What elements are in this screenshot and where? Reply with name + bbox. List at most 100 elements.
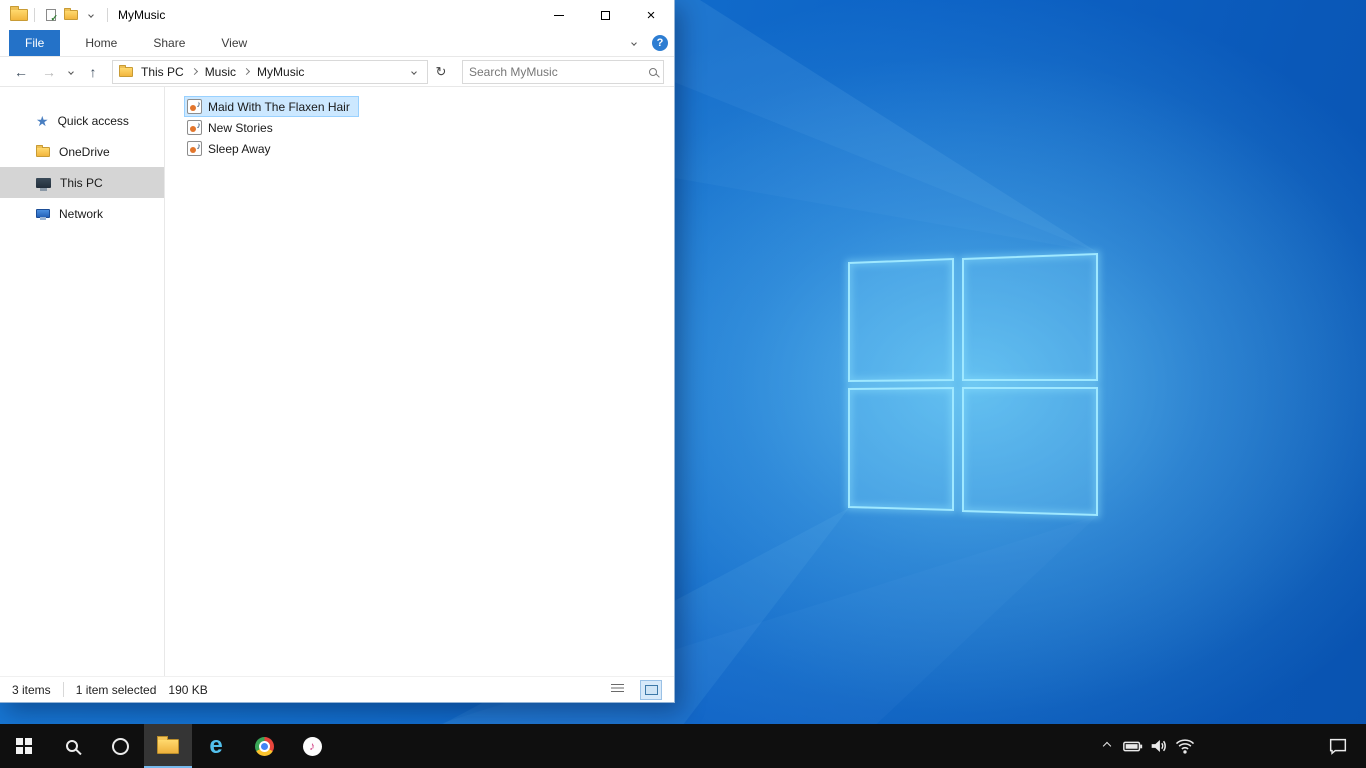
action-center-icon: [1329, 738, 1347, 755]
chevron-down-icon: [68, 68, 74, 75]
music-file-icon: [187, 99, 202, 114]
breadcrumb-this-pc[interactable]: This PC: [139, 63, 186, 81]
chevron-down-icon: [631, 40, 637, 46]
network-icon: [36, 209, 50, 220]
volume-icon: [1151, 740, 1166, 752]
file-name: New Stories: [208, 120, 273, 135]
breadcrumb-music[interactable]: Music: [203, 63, 238, 81]
itunes-icon: ♪: [302, 736, 322, 756]
sidebar-item-this-pc[interactable]: This PC: [0, 167, 164, 198]
large-icons-view-button[interactable]: [640, 679, 662, 700]
properties-icon: [46, 9, 58, 24]
action-center-button[interactable]: [1314, 724, 1362, 768]
volume-button[interactable]: [1146, 724, 1172, 768]
cortana-button[interactable]: [96, 724, 144, 768]
back-button[interactable]: ←: [8, 60, 34, 84]
sidebar-item-label: This PC: [60, 175, 103, 190]
qat-dropdown-icon: [88, 12, 94, 18]
sidebar-item-quick-access[interactable]: ★ Quick access: [0, 105, 164, 136]
chrome-icon: [254, 736, 274, 756]
search-box: [462, 59, 664, 84]
battery-button[interactable]: [1120, 724, 1146, 768]
taskbar-search-button[interactable]: [48, 724, 96, 768]
details-view-button[interactable]: [606, 680, 628, 700]
details-view-icon: [610, 684, 624, 695]
maximize-icon: [600, 10, 610, 20]
address-bar[interactable]: This PC Music MyMusic: [112, 59, 428, 84]
search-icon: [66, 740, 78, 752]
tab-file[interactable]: File: [9, 30, 61, 56]
taskbar: e ♪: [0, 724, 1366, 768]
music-file-icon: [187, 141, 202, 156]
taskbar-itunes-button[interactable]: ♪: [288, 724, 336, 768]
wifi-icon: [1175, 739, 1195, 754]
qat-customize-button[interactable]: [81, 4, 101, 26]
battery-icon: [1123, 741, 1143, 752]
taskbar-file-explorer-button[interactable]: [144, 724, 192, 768]
file-list[interactable]: Maid With The Flaxen Hair New Stories Sl…: [165, 87, 674, 676]
taskbar-internet-explorer-button[interactable]: e: [192, 724, 240, 768]
onedrive-folder-icon: [36, 144, 50, 157]
chevron-up-icon: [1102, 741, 1112, 751]
sidebar-item-network[interactable]: Network: [0, 198, 164, 229]
network-button[interactable]: [1172, 724, 1198, 768]
sidebar-item-label: Quick access: [57, 113, 129, 128]
address-toolbar: ← → ↑ This PC Music MyMusic ↻: [0, 57, 674, 87]
music-file-icon: [187, 120, 202, 135]
tab-share[interactable]: Share: [138, 30, 200, 56]
internet-explorer-icon: e: [209, 732, 223, 759]
status-selection: 1 item selected: [75, 682, 157, 697]
search-icon: [649, 67, 657, 76]
breadcrumb-mymusic[interactable]: MyMusic: [255, 63, 306, 81]
forward-button[interactable]: →: [36, 60, 62, 84]
up-button[interactable]: ↑: [80, 60, 106, 84]
tab-home[interactable]: Home: [70, 30, 132, 56]
status-bar: 3 items 1 item selected 190 KB: [0, 676, 674, 702]
sidebar-item-label: OneDrive: [59, 144, 110, 159]
breadcrumb-chevron-icon[interactable]: [242, 67, 251, 76]
address-dropdown-button[interactable]: [405, 68, 423, 75]
maximize-button[interactable]: [582, 0, 628, 30]
file-item-new-stories[interactable]: New Stories: [184, 117, 282, 138]
file-item-maid-with-the-flaxen-hair[interactable]: Maid With The Flaxen Hair: [184, 96, 359, 117]
status-separator: [62, 682, 64, 697]
hidden-icons-button[interactable]: [1094, 724, 1120, 768]
app-folder-icon: [10, 6, 28, 21]
file-explorer-window: MyMusic × File Home Share View ? ← →: [0, 0, 675, 703]
star-icon: ★: [36, 112, 49, 129]
close-icon: ×: [646, 6, 656, 24]
large-icons-view-icon: [644, 684, 658, 695]
computer-icon: [36, 177, 51, 191]
explorer-body: ★ Quick access OneDrive This PC Network: [0, 87, 674, 676]
minimize-icon: [554, 14, 564, 16]
start-button[interactable]: [0, 724, 48, 768]
status-size: 190 KB: [168, 682, 208, 697]
new-folder-qat-button[interactable]: [61, 4, 81, 26]
file-explorer-icon: [157, 735, 179, 754]
sidebar-item-onedrive[interactable]: OneDrive: [0, 136, 164, 167]
tab-view[interactable]: View: [206, 30, 262, 56]
titlebar[interactable]: MyMusic ×: [0, 0, 674, 30]
close-button[interactable]: ×: [628, 0, 674, 30]
taskbar-chrome-button[interactable]: [240, 724, 288, 768]
expand-ribbon-button[interactable]: [622, 30, 646, 56]
properties-qat-button[interactable]: [41, 4, 61, 26]
minimize-button[interactable]: [536, 0, 582, 30]
search-input[interactable]: [469, 64, 649, 79]
file-name: Maid With The Flaxen Hair: [208, 99, 350, 114]
help-button[interactable]: ?: [646, 30, 674, 56]
system-tray: [1094, 724, 1366, 768]
location-folder-icon: [119, 64, 133, 77]
navigation-pane: ★ Quick access OneDrive This PC Network: [0, 87, 165, 676]
status-item-count: 3 items: [12, 682, 51, 697]
window-title: MyMusic: [118, 8, 166, 22]
refresh-button[interactable]: ↻: [430, 60, 452, 84]
new-folder-icon: [64, 8, 78, 20]
start-icon: [16, 738, 32, 754]
file-name: Sleep Away: [208, 141, 271, 156]
recent-locations-button[interactable]: [64, 60, 78, 84]
file-item-sleep-away[interactable]: Sleep Away: [184, 138, 280, 159]
cortana-icon: [111, 737, 129, 755]
titlebar-separator: [107, 8, 108, 22]
breadcrumb-chevron-icon[interactable]: [190, 67, 198, 76]
